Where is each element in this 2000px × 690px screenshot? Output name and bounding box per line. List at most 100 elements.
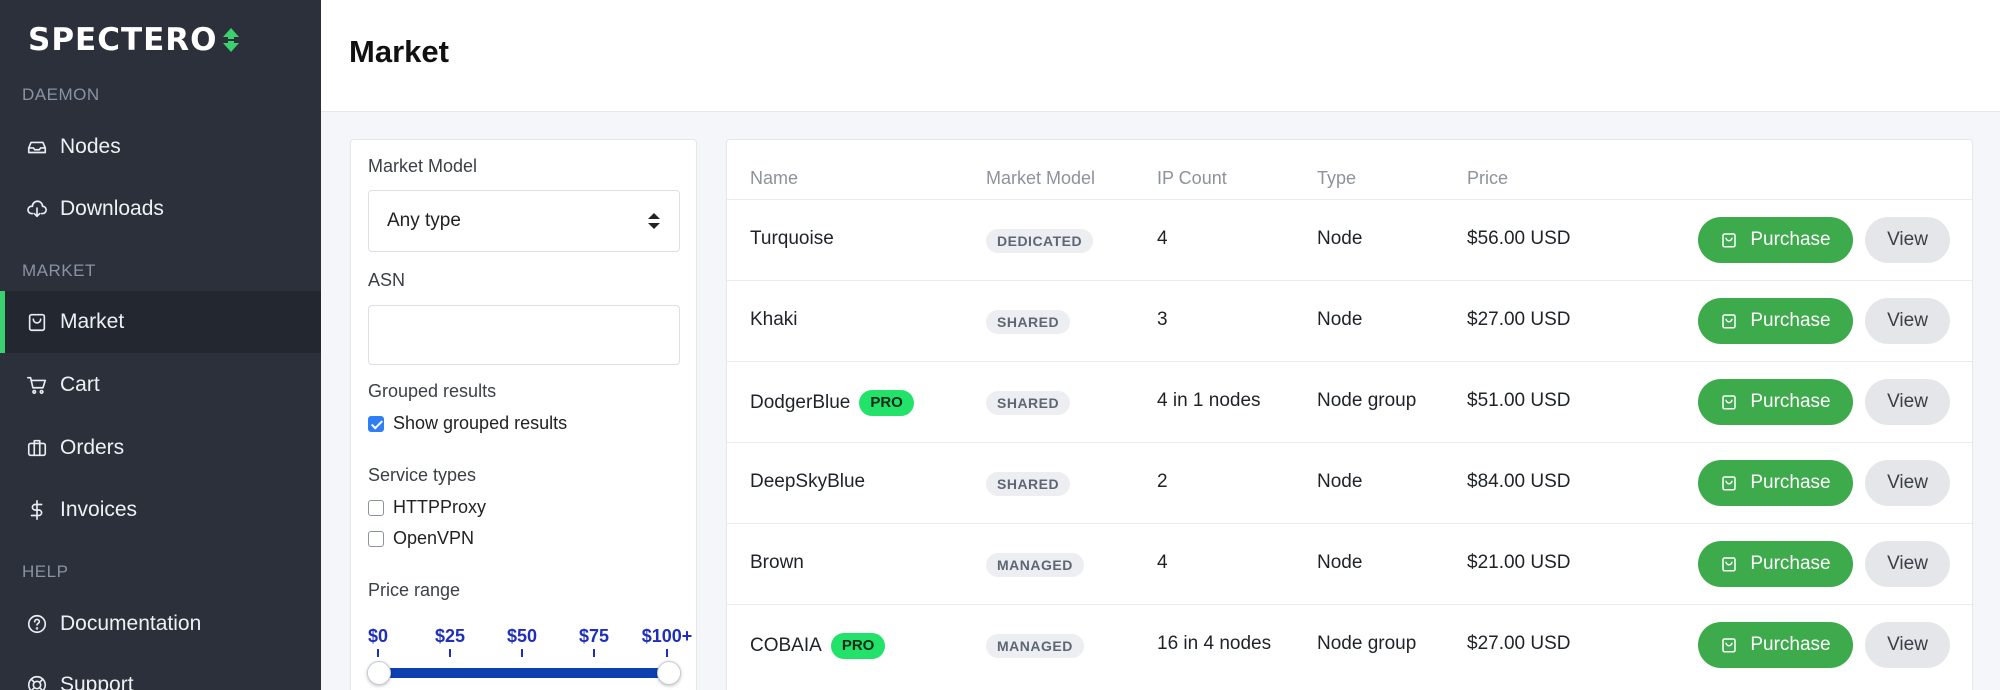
purchase-button-label: Purchase xyxy=(1750,391,1831,412)
lifebuoy-icon xyxy=(27,675,47,690)
brand-logo[interactable]: SPECTERO xyxy=(28,22,242,58)
price-range-track[interactable] xyxy=(379,668,669,678)
type-cell: Node xyxy=(1317,552,1363,573)
market-model-badge: MANAGED xyxy=(986,634,1084,658)
view-button[interactable]: View xyxy=(1865,541,1950,587)
view-button[interactable]: View xyxy=(1865,298,1950,344)
table-row: COBAIA PRO MANAGED 16 in 4 nodes Node group $… xyxy=(727,604,1972,685)
market-model-select[interactable]: Any type xyxy=(368,190,680,252)
shopping-bag-icon xyxy=(1722,638,1737,653)
sidebar-item-orders[interactable]: Orders xyxy=(0,417,321,479)
shopping-bag-icon xyxy=(1722,314,1737,329)
view-button-label: View xyxy=(1887,553,1928,574)
row-name-cell: Brown xyxy=(750,552,804,574)
purchase-button-label: Purchase xyxy=(1750,472,1831,493)
shopping-bag-icon xyxy=(1722,557,1737,572)
column-header-ip-count: IP Count xyxy=(1157,168,1227,188)
row-name: COBAIA xyxy=(750,635,822,657)
table-row: Khaki SHARED 3 Node $27.00 USD Purchase View xyxy=(727,280,1972,361)
table-row: DodgerBlue PRO SHARED 4 in 1 nodes Node grou… xyxy=(727,361,1972,442)
ip-count-cell: 2 xyxy=(1157,471,1168,492)
table-row: Turquoise DEDICATED 4 Node $56.00 USD Purchas… xyxy=(727,199,1972,280)
type-cell: Node group xyxy=(1317,633,1417,654)
purchase-button[interactable]: Purchase xyxy=(1698,379,1853,425)
grouped-results-label: Grouped results xyxy=(368,381,497,401)
purchase-button[interactable]: Purchase xyxy=(1698,460,1853,506)
checkbox[interactable] xyxy=(368,530,384,547)
row-name-cell: Khaki xyxy=(750,309,798,331)
page-header: Market xyxy=(321,0,2000,112)
view-button[interactable]: View xyxy=(1865,217,1950,263)
cart-icon xyxy=(27,376,47,394)
page-title: Market xyxy=(349,34,449,69)
market-model-badge: DEDICATED xyxy=(986,229,1094,253)
view-button[interactable]: View xyxy=(1865,379,1950,425)
row-name: Khaki xyxy=(750,309,798,330)
service-type-openvpn[interactable]: OpenVPN xyxy=(368,528,474,549)
price-cell: $84.00 USD xyxy=(1467,471,1571,492)
sidebar-item-downloads[interactable]: Downloads xyxy=(0,178,321,240)
price-max-handle[interactable] xyxy=(657,661,681,685)
filter-panel: Market Model Any type ASN Grouped result… xyxy=(350,139,697,690)
briefcase-icon xyxy=(27,439,47,457)
ip-count-cell: 4 xyxy=(1157,228,1168,249)
price-tick-mark xyxy=(666,649,668,657)
view-button-label: View xyxy=(1887,634,1928,655)
purchase-button-label: Purchase xyxy=(1750,634,1831,655)
view-button[interactable]: View xyxy=(1865,622,1950,668)
row-name: DodgerBlue xyxy=(750,392,851,414)
view-button-label: View xyxy=(1887,310,1928,331)
shopping-bag-icon xyxy=(1722,395,1737,410)
sidebar-item-cart[interactable]: Cart xyxy=(0,354,321,416)
purchase-button-label: Purchase xyxy=(1750,229,1831,250)
column-header-price: Price xyxy=(1467,168,1509,188)
type-cell: Node xyxy=(1317,309,1363,330)
sidebar-item-invoices[interactable]: Invoices xyxy=(0,479,321,541)
checkbox-checked[interactable] xyxy=(368,415,384,432)
market-model-badge: SHARED xyxy=(986,310,1071,334)
purchase-button[interactable]: Purchase xyxy=(1698,541,1853,587)
checkbox[interactable] xyxy=(368,499,384,516)
sidebar-item-market[interactable]: Market xyxy=(0,291,321,353)
section-label-help: HELP xyxy=(22,562,69,581)
sidebar-item-label: Cart xyxy=(60,373,100,396)
grouped-results-checkbox-label: Show grouped results xyxy=(393,413,568,433)
market-model-label: Market Model xyxy=(368,156,478,176)
purchase-button[interactable]: Purchase xyxy=(1698,217,1853,263)
purchase-button[interactable]: Purchase xyxy=(1698,298,1853,344)
purchase-button[interactable]: Purchase xyxy=(1698,622,1853,668)
price-cell: $21.00 USD xyxy=(1467,552,1571,573)
select-arrows-icon xyxy=(648,213,660,229)
help-circle-icon xyxy=(27,614,47,634)
price-range-label: Price range xyxy=(368,580,461,600)
purchase-button-label: Purchase xyxy=(1750,553,1831,574)
price-tick-label: $50 xyxy=(506,626,538,646)
type-cell: Node group xyxy=(1317,390,1417,411)
sidebar-item-documentation[interactable]: Documentation xyxy=(0,593,321,655)
sidebar-item-nodes[interactable]: Nodes xyxy=(0,116,321,178)
column-header-type: Type xyxy=(1317,168,1357,188)
row-name-cell: DeepSkyBlue xyxy=(750,471,865,493)
service-type-label: HTTPProxy xyxy=(393,497,487,517)
service-type-label: OpenVPN xyxy=(393,528,475,548)
price-tick-label: $100+ xyxy=(641,626,693,646)
row-name: Turquoise xyxy=(750,228,834,249)
sidebar-item-label: Market xyxy=(60,310,125,333)
view-button[interactable]: View xyxy=(1865,460,1950,506)
grouped-results-checkbox[interactable]: Show grouped results xyxy=(368,413,567,434)
price-min-handle[interactable] xyxy=(367,661,391,685)
pro-badge: PRO xyxy=(859,390,914,416)
brand-arrows-icon xyxy=(222,28,239,52)
market-model-value: Any type xyxy=(387,210,461,231)
asn-input[interactable] xyxy=(368,305,680,365)
ip-count-cell: 4 in 1 nodes xyxy=(1157,390,1261,411)
row-name: DeepSkyBlue xyxy=(750,471,866,492)
pro-badge: PRO xyxy=(830,633,886,659)
sidebar-item-label: Support xyxy=(60,673,134,690)
column-header-name: Name xyxy=(750,168,799,188)
price-cell: $51.00 USD xyxy=(1467,390,1571,411)
section-label-daemon: DAEMON xyxy=(22,85,100,104)
service-type-httpproxy[interactable]: HTTPProxy xyxy=(368,497,486,518)
sidebar-item-support[interactable]: Support xyxy=(0,654,321,690)
market-model-badge: MANAGED xyxy=(986,553,1084,577)
